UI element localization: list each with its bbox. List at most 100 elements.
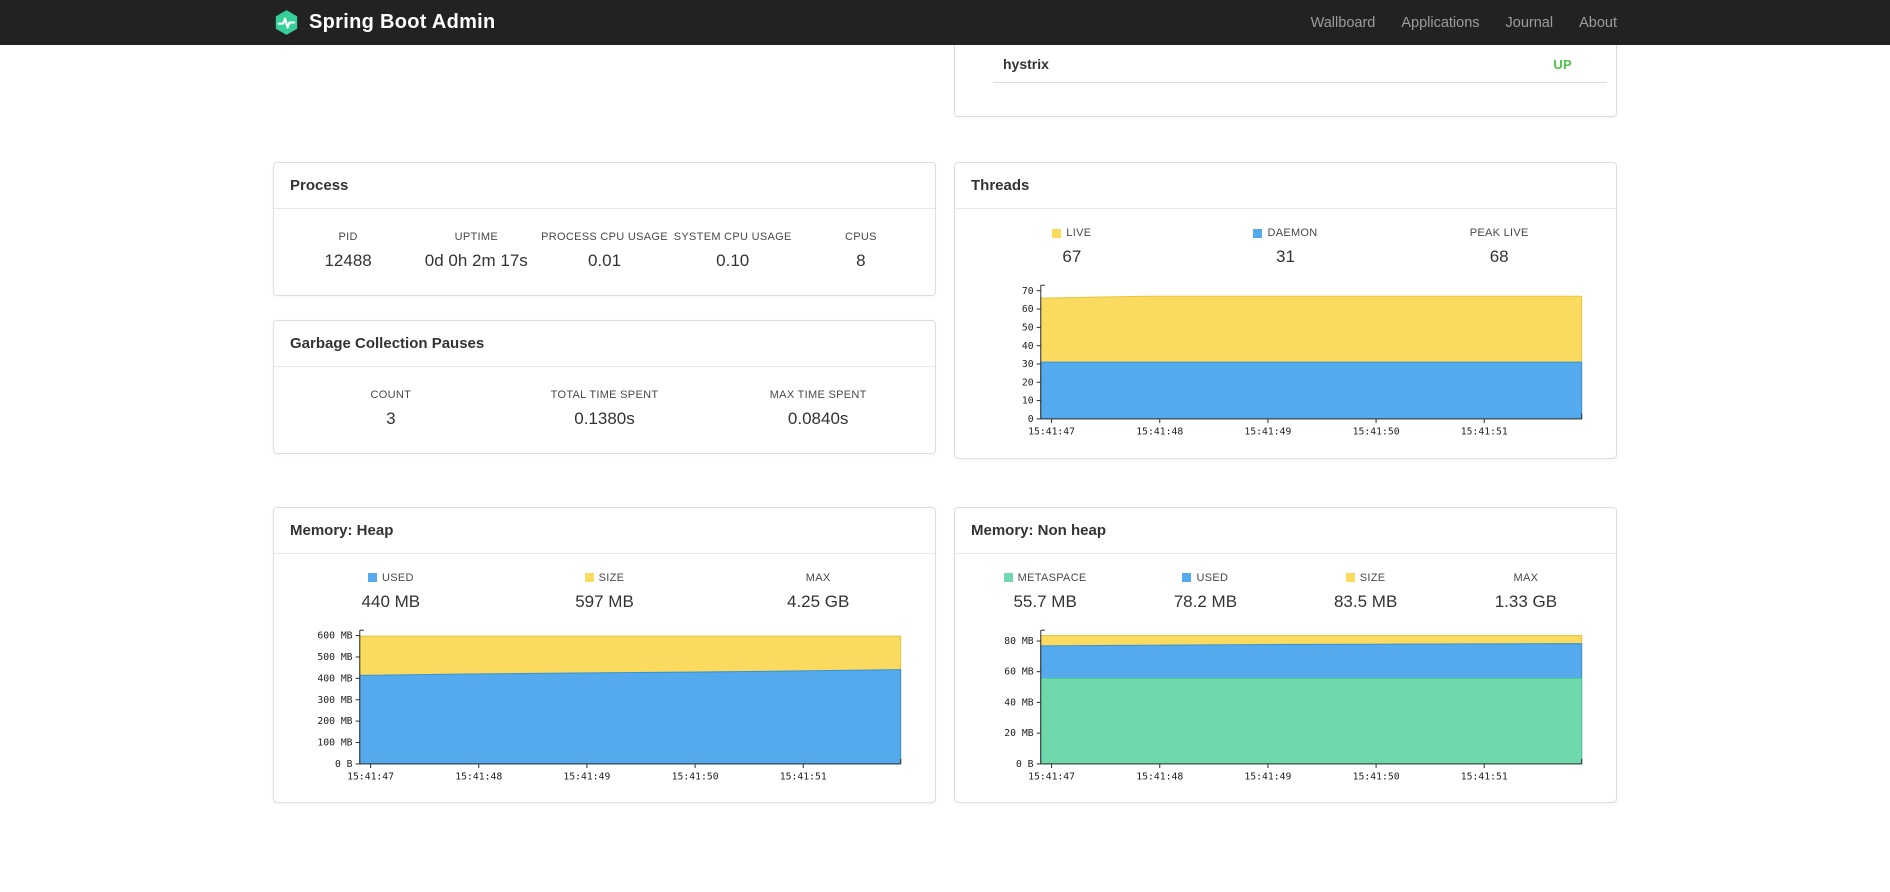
navbar: Spring Boot Admin Wallboard Applications… — [0, 0, 1890, 45]
heap-metrics: USED 440 MB SIZE 597 MB MAX 4.25 GB — [284, 572, 925, 612]
svg-text:15:41:48: 15:41:48 — [1136, 426, 1183, 437]
metric-heap-used: USED 440 MB — [284, 572, 498, 612]
metric-heap-max: MAX 4.25 GB — [711, 572, 925, 612]
svg-text:100 MB: 100 MB — [317, 737, 352, 748]
metric-value: 31 — [1276, 247, 1295, 266]
gc-metrics: COUNT 3 TOTAL TIME SPENT 0.1380s MAX TIM… — [284, 389, 925, 429]
metric-label: SIZE — [1286, 572, 1446, 584]
legend-swatch — [1253, 228, 1263, 238]
svg-text:0: 0 — [1028, 414, 1034, 425]
metric-gc-count: COUNT 3 — [284, 389, 498, 429]
process-panel-body: PID 12488 UPTIME 0d 0h 2m 17s PROCESS CP… — [274, 209, 935, 295]
metric-value: 4.25 GB — [786, 591, 850, 611]
svg-text:10: 10 — [1022, 396, 1034, 407]
process-panel-title: Process — [274, 163, 935, 209]
svg-text:15:41:51: 15:41:51 — [1461, 426, 1508, 437]
metric-label: SYSTEM CPU USAGE — [673, 231, 792, 243]
process-panel: Process PID 12488 UPTIME 0d 0h 2m 17s PR… — [273, 162, 936, 296]
panel-empty-space — [955, 83, 1616, 116]
metric-value: 83.5 MB — [1333, 591, 1398, 611]
svg-text:600 MB: 600 MB — [317, 630, 352, 641]
metric-label: SIZE — [498, 572, 712, 584]
nav-item-journal[interactable]: Journal — [1493, 15, 1567, 31]
metric-gc-total-time: TOTAL TIME SPENT 0.1380s — [498, 389, 712, 429]
svg-text:15:41:50: 15:41:50 — [1353, 771, 1400, 782]
metric-value: 0.1380s — [574, 409, 635, 428]
threads-chart: 0 10 20 30 40 50 60 70 15:41:47 15:41:48 15:41:49 1… — [965, 267, 1606, 448]
threads-panel: Threads LIVE 67 DAEMON 31 PEAK LIVE 68 0… — [954, 162, 1617, 459]
metric-gc-max-time: MAX TIME SPENT 0.0840s — [711, 389, 925, 429]
metric-label: PEAK LIVE — [1469, 227, 1529, 239]
metric-nonheap-max: MAX 1.33 GB — [1446, 572, 1606, 612]
svg-text:15:41:50: 15:41:50 — [1353, 426, 1400, 437]
legend-swatch — [1182, 573, 1192, 583]
legend-swatch — [1052, 228, 1062, 238]
svg-text:15:41:47: 15:41:47 — [347, 771, 394, 782]
legend-swatch — [1003, 573, 1013, 583]
memory-nonheap-panel-title: Memory: Non heap — [955, 508, 1616, 554]
svg-text:15:41:49: 15:41:49 — [563, 771, 610, 782]
metric-nonheap-size: SIZE 83.5 MB — [1286, 572, 1446, 612]
svg-text:0 B: 0 B — [335, 759, 353, 770]
svg-text:15:41:51: 15:41:51 — [780, 771, 827, 782]
legend-swatch — [367, 573, 377, 583]
svg-text:50: 50 — [1022, 322, 1034, 333]
metric-threads-daemon: DAEMON 31 — [1179, 227, 1393, 267]
svg-text:0 B: 0 B — [1016, 759, 1034, 770]
svg-text:40: 40 — [1022, 341, 1034, 352]
application-status-panel: hystrix UP — [954, 45, 1617, 117]
application-name: hystrix — [1003, 56, 1049, 72]
svg-text:300 MB: 300 MB — [317, 694, 352, 705]
metric-uptime: UPTIME 0d 0h 2m 17s — [412, 231, 540, 271]
svg-text:15:41:47: 15:41:47 — [1028, 426, 1075, 437]
brand-title: Spring Boot Admin — [309, 11, 496, 33]
svg-text:15:41:49: 15:41:49 — [1244, 771, 1291, 782]
brand[interactable]: Spring Boot Admin — [273, 9, 496, 36]
metric-label: USED — [284, 572, 498, 584]
chart-svg: 0 B 20 MB 40 MB 60 MB 80 MB 15:41:47 15:41:48 1… — [1004, 629, 1583, 782]
metric-cpus: CPUS 8 — [797, 231, 925, 271]
navbar-inner: Spring Boot Admin Wallboard Applications… — [273, 0, 1617, 45]
metric-label: LIVE — [965, 227, 1179, 239]
memory-heap-panel: Memory: Heap USED 440 MB SIZE 597 MB MAX… — [273, 506, 936, 804]
process-metrics: PID 12488 UPTIME 0d 0h 2m 17s PROCESS CP… — [284, 231, 925, 271]
memory-heap-chart: 0 B 100 MB 200 MB 300 MB 400 MB 500 MB 600 MB 1… — [284, 612, 925, 793]
metric-value: 67 — [1062, 247, 1082, 266]
memory-nonheap-panel-body: METASPACE 55.7 MB USED 78.2 MB SIZE 83.5… — [955, 554, 1616, 803]
svg-text:15:41:49: 15:41:49 — [1244, 426, 1291, 437]
metric-label: TOTAL TIME SPENT — [550, 389, 659, 401]
metric-label: PID — [338, 231, 358, 243]
metric-label: COUNT — [370, 389, 412, 401]
metric-label: CPUS — [845, 231, 877, 243]
nonheap-metrics: METASPACE 55.7 MB USED 78.2 MB SIZE 83.5… — [965, 572, 1606, 612]
svg-text:20: 20 — [1022, 377, 1034, 388]
svg-text:20 MB: 20 MB — [1004, 728, 1033, 739]
threads-panel-title: Threads — [955, 163, 1616, 209]
main-content: hystrix UP Process PID 12488 UPTIME 0d 0… — [273, 45, 1617, 873]
metric-value: 597 MB — [575, 591, 634, 611]
nav-item-about[interactable]: About — [1566, 15, 1617, 31]
metric-threads-live: LIVE 67 — [965, 227, 1179, 267]
chart-svg: 0 B 100 MB 200 MB 300 MB 400 MB 500 MB 600 MB 1… — [317, 629, 902, 782]
svg-text:40 MB: 40 MB — [1004, 697, 1033, 708]
svg-text:200 MB: 200 MB — [317, 716, 352, 727]
svg-text:15:41:50: 15:41:50 — [672, 771, 719, 782]
svg-text:400 MB: 400 MB — [317, 673, 352, 684]
nav-item-wallboard[interactable]: Wallboard — [1298, 15, 1389, 31]
metric-label: MAX — [805, 571, 831, 584]
left-column: Process PID 12488 UPTIME 0d 0h 2m 17s PR… — [273, 162, 936, 459]
metric-label: USED — [1125, 572, 1285, 584]
metric-value: 1.33 GB — [1494, 591, 1558, 611]
chart-svg: 0 10 20 30 40 50 60 70 15:41:47 15:41:48 15:41:49 1… — [1022, 284, 1583, 437]
dashboard-grid: Process PID 12488 UPTIME 0d 0h 2m 17s PR… — [273, 162, 1617, 873]
metric-heap-size: SIZE 597 MB — [498, 572, 712, 612]
metric-label: MAX — [1513, 571, 1539, 584]
svg-text:30: 30 — [1022, 359, 1034, 370]
nav-item-applications[interactable]: Applications — [1388, 15, 1492, 31]
application-row-hystrix[interactable]: hystrix UP — [955, 45, 1616, 82]
spring-boot-admin-logo-icon — [273, 9, 300, 36]
legend-swatch — [584, 573, 594, 583]
svg-text:15:41:51: 15:41:51 — [1461, 771, 1508, 782]
metric-nonheap-used: USED 78.2 MB — [1125, 572, 1285, 612]
gc-panel-title: Garbage Collection Pauses — [274, 321, 935, 367]
